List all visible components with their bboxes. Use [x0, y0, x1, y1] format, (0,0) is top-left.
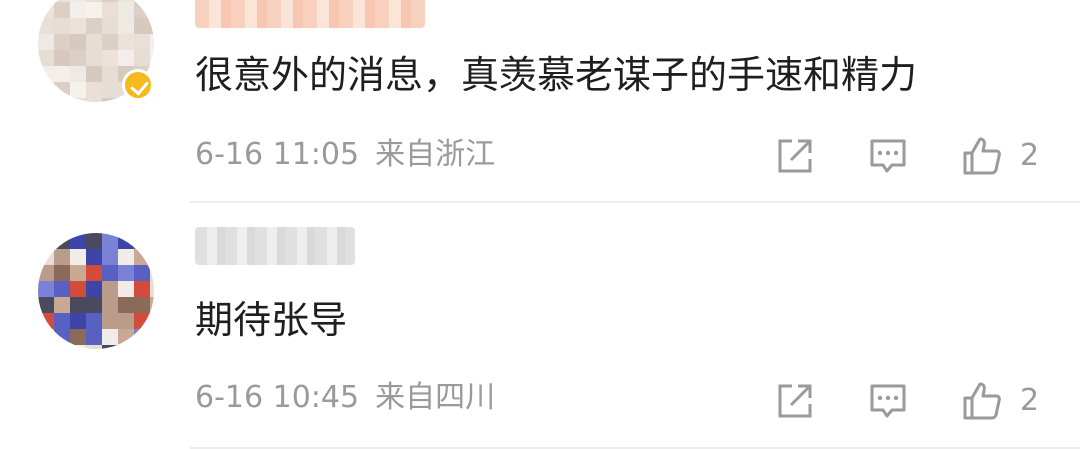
reply-icon	[870, 139, 906, 173]
comment-text: 期待张导	[195, 298, 348, 342]
comment-item: 很意外的消息，真羡慕老谋子的手速和精力 6-16 11:05 来自浙江 2	[0, 0, 1080, 203]
share-button[interactable]	[775, 136, 815, 176]
share-icon	[778, 139, 812, 173]
username-blurred[interactable]	[195, 227, 355, 265]
like-icon	[963, 137, 1001, 175]
share-button[interactable]	[775, 381, 815, 421]
comment-date: 6-16 11:05	[195, 137, 360, 172]
reply-icon	[870, 384, 906, 418]
like-button[interactable]	[962, 381, 1002, 421]
like-count: 2	[1020, 383, 1040, 418]
reply-button[interactable]	[868, 381, 908, 421]
vip-badge-icon	[122, 69, 154, 101]
like-count: 2	[1020, 138, 1040, 173]
like-button[interactable]	[962, 136, 1002, 176]
avatar[interactable]	[38, 233, 154, 349]
like-icon	[963, 382, 1001, 420]
comment-location: 来自浙江	[375, 137, 496, 172]
comment-meta: 6-16 10:45 来自四川	[195, 383, 495, 413]
comment-location: 来自四川	[375, 380, 496, 415]
share-icon	[778, 384, 812, 418]
comment-item: 期待张导 6-16 10:45 来自四川 2	[0, 203, 1080, 449]
reply-button[interactable]	[868, 136, 908, 176]
comment-date: 6-16 10:45	[195, 380, 360, 415]
username-blurred[interactable]	[195, 0, 425, 28]
comment-text: 很意外的消息，真羡慕老谋子的手速和精力	[195, 53, 918, 97]
comment-meta: 6-16 11:05 来自浙江	[195, 140, 495, 170]
comment-feed: 很意外的消息，真羡慕老谋子的手速和精力 6-16 11:05 来自浙江 2 期待…	[0, 0, 1080, 449]
